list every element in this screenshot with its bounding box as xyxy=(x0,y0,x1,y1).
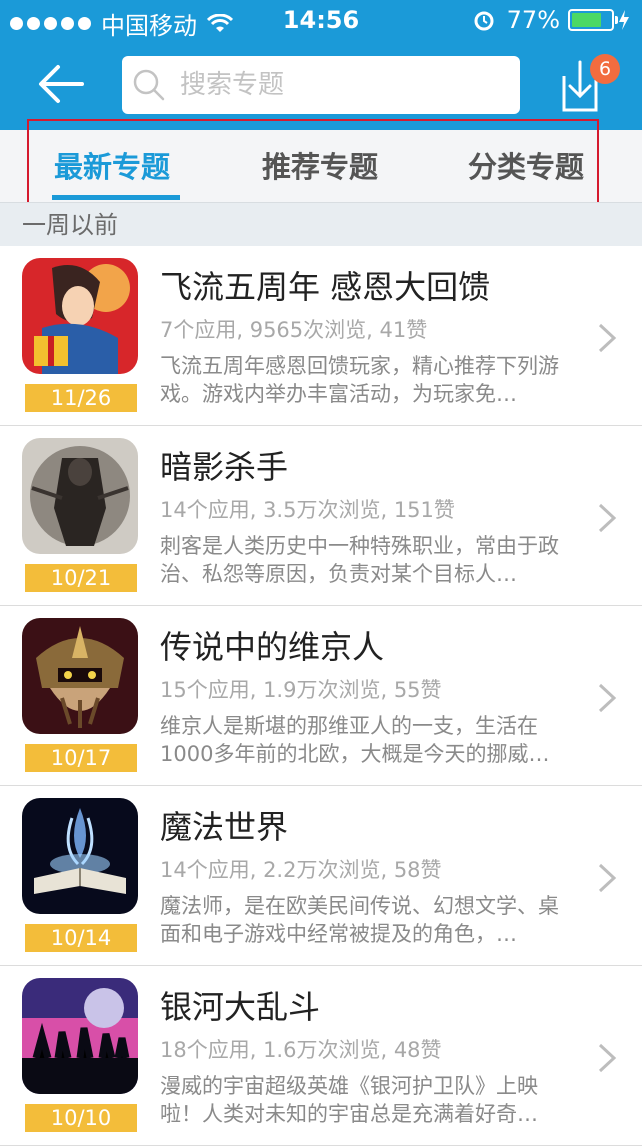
item-title: 魔法世界 xyxy=(160,808,289,846)
active-tab-indicator xyxy=(52,195,180,200)
status-bar: 中国移动 14:56 77% xyxy=(0,0,642,42)
date-badge: 11/26 xyxy=(25,384,137,412)
item-meta: 14个应用, 3.5万次浏览, 151赞 xyxy=(160,498,455,522)
tab-recommended[interactable]: 推荐专题 xyxy=(262,144,378,186)
chevron-right-icon xyxy=(598,503,617,533)
item-description: 漫威的宇宙超级英雄《银河护卫队》上映啦！人类对未知的宇宙总是充满着好奇… xyxy=(160,1074,538,1126)
warrior-gift-icon xyxy=(22,258,138,374)
section-header: 一周以前 xyxy=(0,202,642,246)
item-title: 飞流五周年 感恩大回馈 xyxy=(160,268,491,306)
alarm-icon xyxy=(474,11,494,31)
search-icon xyxy=(133,69,165,101)
shadow-assassin-icon xyxy=(22,438,138,554)
battery-icon xyxy=(568,9,618,31)
item-description: 刺客是人类历史中一种特殊职业，常由于政治、私怨等原因，负责对某个目标人… xyxy=(160,534,559,586)
battery-percent: 77% xyxy=(506,6,560,34)
tab-category[interactable]: 分类专题 xyxy=(468,144,584,186)
tab-bar: 最新专题 推荐专题 分类专题 xyxy=(0,130,642,202)
chevron-right-icon xyxy=(598,683,617,713)
list-item[interactable]: 10/14 魔法世界 14个应用, 2.2万次浏览, 58赞 魔法师，是在欧美民… xyxy=(0,786,642,966)
date-badge: 10/10 xyxy=(25,1104,137,1132)
item-meta: 7个应用, 9565次浏览, 41赞 xyxy=(160,318,428,342)
search-box[interactable] xyxy=(122,56,520,114)
list-item[interactable]: 11/26 飞流五周年 感恩大回馈 7个应用, 9565次浏览, 41赞 飞流五… xyxy=(0,246,642,426)
date-badge: 10/17 xyxy=(25,744,137,772)
tab-latest[interactable]: 最新专题 xyxy=(54,144,170,186)
magic-book-icon xyxy=(22,798,138,914)
chevron-right-icon xyxy=(598,323,617,353)
item-meta: 18个应用, 1.6万次浏览, 48赞 xyxy=(160,1038,442,1062)
search-input[interactable] xyxy=(178,69,478,101)
item-description: 维京人是斯堪的那维亚人的一支，生活在1000多年前的北欧，大概是今天的挪威… xyxy=(160,714,550,766)
viking-helmet-icon xyxy=(22,618,138,734)
date-badge: 10/14 xyxy=(25,924,137,952)
list-item[interactable]: 10/17 传说中的维京人 15个应用, 1.9万次浏览, 55赞 维京人是斯堪… xyxy=(0,606,642,786)
item-meta: 14个应用, 2.2万次浏览, 58赞 xyxy=(160,858,442,882)
list-item[interactable]: 10/10 银河大乱斗 18个应用, 1.6万次浏览, 48赞 漫威的宇宙超级英… xyxy=(0,966,642,1146)
galaxy-heroes-icon xyxy=(22,978,138,1094)
date-badge: 10/21 xyxy=(25,564,137,592)
chevron-right-icon xyxy=(598,863,617,893)
item-description: 飞流五周年感恩回馈玩家，精心推荐下列游戏。游戏内举办丰富活动，为玩家免… xyxy=(160,354,559,406)
item-description: 魔法师，是在欧美民间传说、幻想文学、桌面和电子游戏中经常被提及的角色，… xyxy=(160,894,559,946)
item-title: 银河大乱斗 xyxy=(160,988,321,1026)
header-bar: 6 xyxy=(0,42,642,130)
topic-list: 11/26 飞流五周年 感恩大回馈 7个应用, 9565次浏览, 41赞 飞流五… xyxy=(0,246,642,1146)
download-count-badge: 6 xyxy=(590,54,620,84)
charging-icon xyxy=(619,10,629,30)
status-right: 77% xyxy=(473,6,630,34)
chevron-right-icon xyxy=(598,1043,617,1073)
back-arrow-icon[interactable] xyxy=(36,62,86,106)
list-item[interactable]: 10/21 暗影杀手 14个应用, 3.5万次浏览, 151赞 刺客是人类历史中… xyxy=(0,426,642,606)
item-meta: 15个应用, 1.9万次浏览, 55赞 xyxy=(160,678,442,702)
item-title: 传说中的维京人 xyxy=(160,628,385,666)
item-title: 暗影杀手 xyxy=(160,448,289,486)
